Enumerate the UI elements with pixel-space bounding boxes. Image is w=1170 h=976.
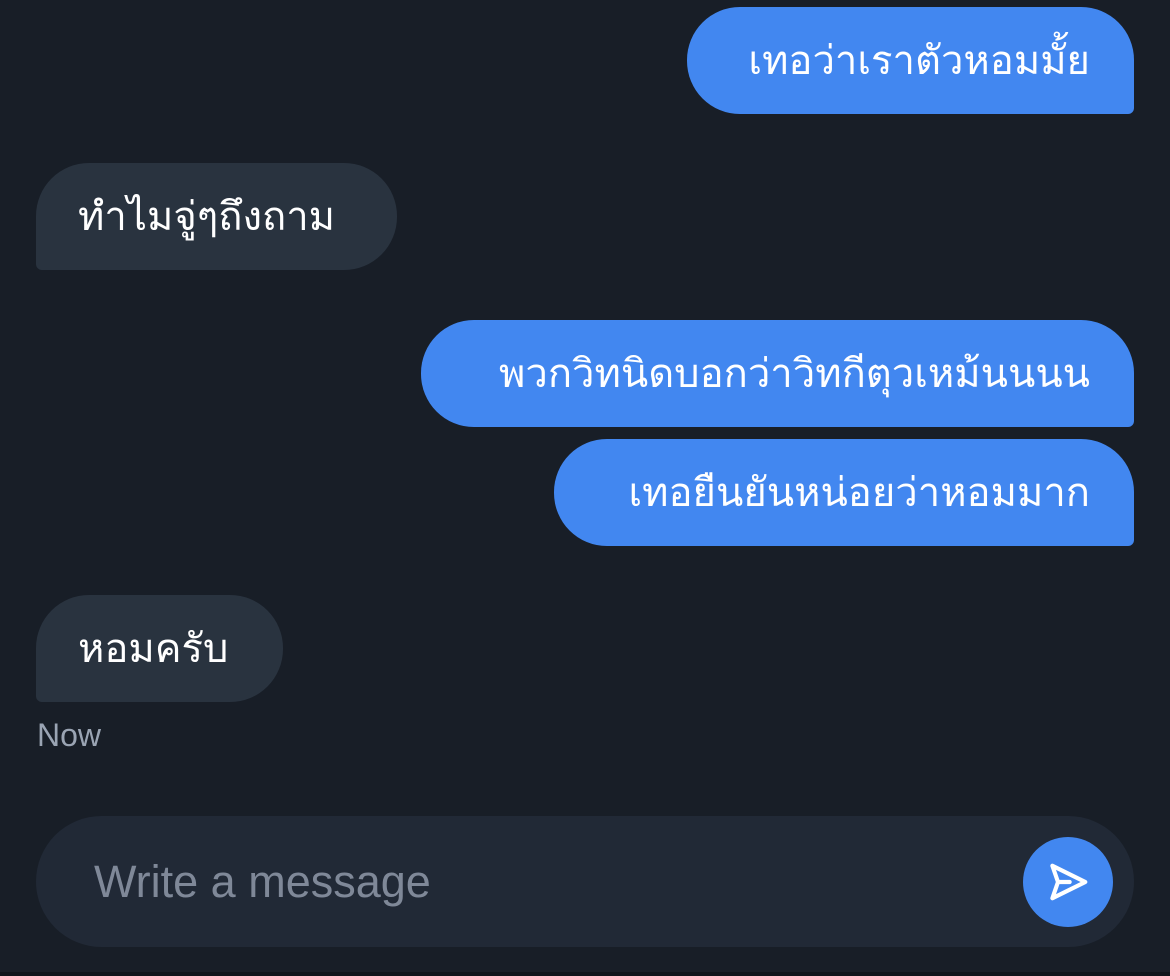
send-button[interactable] [1023, 837, 1113, 927]
send-icon [1050, 863, 1088, 901]
message-input[interactable] [94, 816, 994, 947]
message-text: หอมครับ [78, 625, 229, 672]
outgoing-message-bubble[interactable]: เทอว่าเราตัวหอมมั้ย [687, 7, 1134, 114]
outgoing-message-bubble[interactable]: เทอยืนยันหน่อยว่าหอมมาก [554, 439, 1134, 546]
message-timestamp: Now [37, 717, 102, 753]
message-text: เทอว่าเราตัวหอมมั้ย [748, 37, 1090, 84]
message-text: เทอยืนยันหน่อยว่าหอมมาก [628, 469, 1090, 516]
incoming-message-bubble[interactable]: ทำไมจู่ๆถึงถาม [36, 163, 397, 270]
bottom-divider [0, 972, 1170, 976]
incoming-message-bubble[interactable]: หอมครับ [36, 595, 283, 702]
outgoing-message-bubble[interactable]: พวกวิทนิดบอกว่าวิทกีตุวเหม้นนนน [421, 320, 1134, 427]
message-text: พวกวิทนิดบอกว่าวิทกีตุวเหม้นนนน [498, 350, 1090, 397]
message-composer [36, 816, 1134, 947]
message-thread: เทอว่าเราตัวหอมมั้ย ทำไมจู่ๆถึงถาม พวกวิ… [0, 0, 1170, 800]
message-text: ทำไมจู่ๆถึงถาม [78, 193, 336, 240]
